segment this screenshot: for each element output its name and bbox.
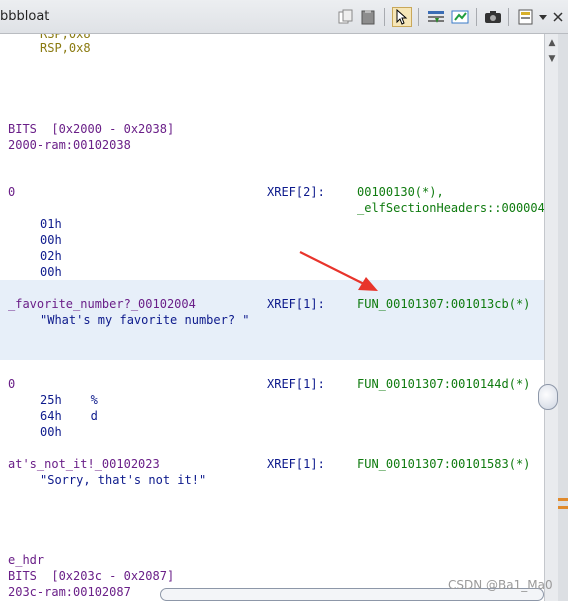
xref-label: XREF[1]: <box>267 297 325 311</box>
listing-line[interactable]: BITS [0x2000 - 0x2038] <box>8 121 174 137</box>
listing-view[interactable]: RSP,0x8 RSP,0x8 BITS [0x2000 - 0x2038] 2… <box>0 34 544 601</box>
scroll-down-icon[interactable]: ▼ <box>547 54 557 64</box>
snapshot-icon[interactable] <box>483 7 503 27</box>
vertical-scrollbar[interactable]: ▲ ▼ <box>544 34 558 601</box>
xref-link[interactable]: FUN_00101307:001013cb(*) <box>357 296 530 312</box>
layout-icon[interactable] <box>516 7 536 27</box>
listing-line[interactable]: 00h <box>40 424 62 440</box>
listing-line[interactable]: _favorite_number?_00102004 <box>8 296 196 312</box>
listing-line[interactable]: "Sorry, that's not it!" <box>40 472 206 488</box>
watermark: CSDN @Ba1_Ma0 <box>448 578 553 592</box>
listing-line[interactable]: 2000-ram:00102038 <box>8 137 131 153</box>
listing-line[interactable]: 25h % <box>40 392 98 408</box>
cursor-icon[interactable] <box>392 7 412 27</box>
xref-link[interactable]: _elfSectionHeaders::0000049 <box>357 200 544 216</box>
listing-line[interactable]: "What's my favorite number? " <box>40 312 250 328</box>
window-titlebar: bbbloat <box>0 0 568 34</box>
listing-line[interactable]: 0 <box>8 376 15 392</box>
listing-line[interactable]: 203c-ram:00102087 <box>8 584 131 600</box>
scroll-up-icon[interactable]: ▲ <box>547 38 557 48</box>
overview-marker <box>558 506 568 509</box>
scroll-thumb[interactable] <box>538 384 558 410</box>
listing-line[interactable]: 64h d <box>40 408 98 424</box>
code-browser-icon[interactable] <box>426 7 446 27</box>
close-icon[interactable] <box>552 7 564 27</box>
listing-line[interactable]: RSP,0x8 <box>40 40 91 56</box>
xref-label: XREF[1]: <box>267 377 325 391</box>
select-icon[interactable] <box>450 7 470 27</box>
listing-line[interactable]: 02h <box>40 248 62 264</box>
listing-line[interactable]: 00h <box>40 232 62 248</box>
window-title: bbbloat <box>0 9 50 24</box>
xref-link[interactable]: 00100130(*), <box>357 184 444 200</box>
xref-label: XREF[1]: <box>267 457 325 471</box>
overview-margin <box>558 34 568 601</box>
copy-icon[interactable] <box>336 7 356 27</box>
listing-line[interactable]: at's_not_it!_00102023 <box>8 456 160 472</box>
xref-link[interactable]: FUN_00101307:00101583(*) <box>357 456 530 472</box>
listing-line[interactable]: BITS [0x203c - 0x2087] <box>8 568 174 584</box>
xref-link[interactable]: FUN_00101307:0010144d(*) <box>357 376 530 392</box>
listing-line[interactable]: 00h <box>40 264 62 280</box>
listing-line[interactable]: 01h <box>40 216 62 232</box>
listing-line[interactable]: 0 <box>8 184 15 200</box>
xref-label: XREF[2]: <box>267 185 325 199</box>
listing-line[interactable]: e_hdr <box>8 552 44 568</box>
dropdown-icon[interactable] <box>537 7 549 27</box>
overview-marker <box>558 498 568 501</box>
paste-icon[interactable] <box>358 7 378 27</box>
